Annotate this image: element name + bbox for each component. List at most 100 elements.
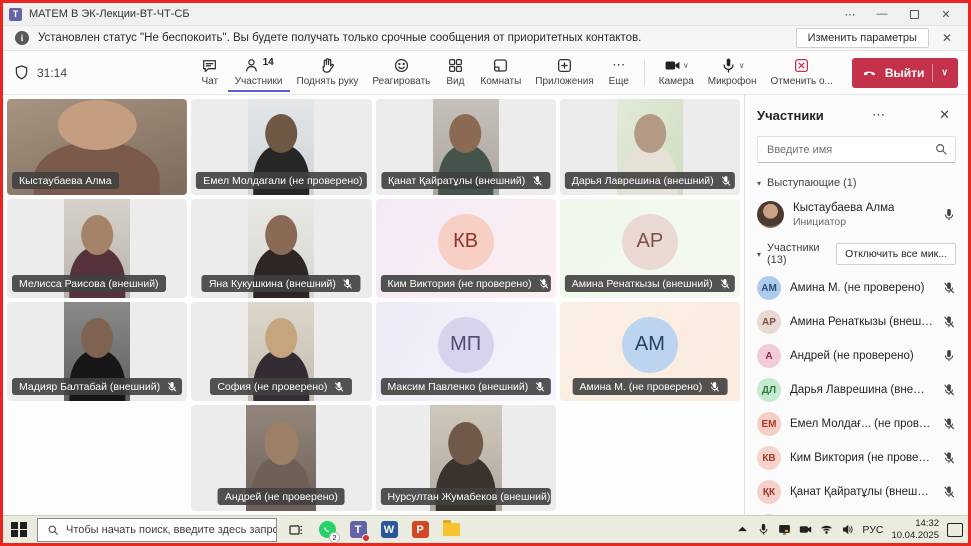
panel-more-icon[interactable]: ⋯ <box>866 107 891 123</box>
mic-off-icon[interactable] <box>942 383 956 397</box>
whatsapp-badge: 2 <box>329 532 340 543</box>
mic-on-icon[interactable] <box>942 349 956 363</box>
video-tile[interactable]: Андрей (не проверено) <box>191 405 371 511</box>
avatar: А <box>757 344 781 368</box>
camera-chevron-icon[interactable]: ∨ <box>683 61 689 70</box>
participants-section-header[interactable]: ▾ Участники (13) Отключить все мик... <box>757 242 956 266</box>
speaker-name: Кыстаубаева Алма <box>793 201 894 215</box>
taskbar-search[interactable]: Чтобы начать поиск, введите здесь запрос <box>37 518 277 542</box>
tab-participants[interactable]: 14 Участники <box>228 54 290 92</box>
tab-react[interactable]: Реагировать <box>365 54 437 92</box>
speaker-role: Инициатор <box>793 216 894 228</box>
avatar-tile[interactable]: АР Амина Ренаткызы (внешний) <box>560 199 740 298</box>
toolbar-divider <box>644 60 645 86</box>
search-input[interactable] <box>757 136 956 163</box>
video-tile[interactable]: Емел Молдагали (не проверено) <box>191 99 371 195</box>
video-tile[interactable]: Кыстаубаева Алма <box>7 99 187 195</box>
avatar-tile[interactable]: АМ Амина М. (не проверено) <box>560 302 740 401</box>
volume-icon[interactable] <box>841 523 854 536</box>
avatar: МП <box>438 317 494 373</box>
tray-chevron-up-icon[interactable] <box>736 523 749 536</box>
tab-view[interactable]: Вид <box>437 54 473 92</box>
participant-list-item[interactable]: КВ Ким Виктория (не проверено) <box>757 441 956 475</box>
participant-list-item[interactable]: ЕМ Емел Молдағ... (не проверено) <box>757 407 956 441</box>
microphone-icon <box>720 57 737 74</box>
video-tile[interactable]: Дарья Лаврешина (внешний) <box>560 99 740 195</box>
stop-sharing-button[interactable]: Отменить о... <box>763 54 839 92</box>
search-icon <box>934 142 948 156</box>
start-button[interactable] <box>8 519 30 541</box>
tab-rooms[interactable]: Комнаты <box>473 54 528 92</box>
mic-off-icon[interactable] <box>942 315 956 329</box>
language-indicator[interactable]: РУС <box>862 524 883 536</box>
notification-center-icon[interactable] <box>947 523 963 537</box>
tray-camera-icon[interactable] <box>799 523 812 536</box>
video-tile[interactable]: Яна Кукушкина (внешний) <box>191 199 371 298</box>
mic-off-icon <box>534 381 546 393</box>
participant-name-label: Емел Молдагали (не проверено) <box>196 172 366 189</box>
avatar: ЕМ <box>757 412 781 436</box>
microphone-button[interactable]: ∨ Микрофон <box>701 54 764 92</box>
meeting-timer: 31:14 <box>13 64 67 81</box>
video-tile[interactable]: Мадияр Балтабай (внешний) <box>7 302 187 401</box>
dnd-status-dot <box>362 534 370 542</box>
tray-display-icon[interactable] <box>778 523 791 536</box>
dismiss-notification-icon[interactable]: ✕ <box>938 31 956 45</box>
window-title: MATEM В ЭК-Лекции-ВТ-ЧТ-СБ <box>29 8 190 20</box>
participant-name-label: Қанат Қайратұлы (внешний) <box>381 172 550 189</box>
teams-taskbar-icon[interactable]: T <box>346 518 370 542</box>
mic-on-icon[interactable] <box>942 208 956 222</box>
panel-close-icon[interactable]: ✕ <box>933 107 956 123</box>
participant-list-item[interactable]: АР Амина Ренаткызы (внешний) <box>757 305 956 339</box>
wifi-icon[interactable] <box>820 523 833 536</box>
powerpoint-icon[interactable]: P <box>408 518 432 542</box>
mic-off-icon[interactable] <box>942 281 956 295</box>
leave-button[interactable]: Выйти ∨ <box>852 58 958 88</box>
participant-name-label: Мелисса Раисова (внешний) <box>12 275 166 292</box>
video-tile[interactable]: Нурсултан Жумабеков (внешний) <box>376 405 556 511</box>
participant-list-item[interactable]: ҚК Қанат Қайратұлы (внешний) <box>757 475 956 509</box>
tab-chat[interactable]: Чат <box>192 54 228 92</box>
speaker-list-item[interactable]: Кыстаубаева Алма Инициатор <box>757 194 956 237</box>
camera-button[interactable]: ∨ Камера <box>652 54 701 92</box>
participant-list-item[interactable]: ДЛ Дарья Лаврешина (внешний) <box>757 373 956 407</box>
participant-name-label: Максим Павленко (внешний) <box>381 378 551 395</box>
window-menu-button[interactable]: ⋯ <box>834 4 866 24</box>
mic-off-icon <box>531 175 543 187</box>
tab-apps[interactable]: Приложения <box>528 54 601 92</box>
avatar: КВ <box>438 214 494 270</box>
speakers-section-header[interactable]: ▾ Выступающие (1) <box>757 177 956 189</box>
mic-off-icon[interactable] <box>942 451 956 465</box>
tab-more[interactable]: ⋯ Еще <box>601 54 637 92</box>
notification-text: Установлен статус "Не беспокоить". Вы бу… <box>38 32 641 44</box>
tray-mic-icon[interactable] <box>757 523 770 536</box>
smiley-icon <box>393 57 410 74</box>
participant-list-item[interactable]: АМ Амина М. (не проверено) <box>757 271 956 305</box>
mic-off-icon[interactable] <box>942 417 956 431</box>
change-settings-button[interactable]: Изменить параметры <box>796 28 929 48</box>
task-view-button[interactable] <box>284 518 308 542</box>
taskbar-clock[interactable]: 14:32 10.04.2025 <box>891 518 939 541</box>
close-button[interactable]: ✕ <box>930 4 962 24</box>
participant-list-item[interactable]: А Андрей (не проверено) <box>757 339 956 373</box>
whatsapp-icon[interactable]: 2 <box>315 518 339 542</box>
minimize-button[interactable]: — <box>866 4 898 24</box>
mic-off-icon <box>166 381 178 393</box>
tab-raise-hand[interactable]: Поднять руку <box>290 54 366 92</box>
video-tile[interactable]: София (не проверено) <box>191 302 371 401</box>
avatar-tile[interactable]: КВ Ким Виктория (не проверено) <box>376 199 556 298</box>
people-icon <box>244 57 261 74</box>
video-tile[interactable]: Мелисса Раисова (внешний) <box>7 199 187 298</box>
avatar-tile[interactable]: МП Максим Павленко (внешний) <box>376 302 556 401</box>
video-tile[interactable]: Қанат Қайратұлы (внешний) <box>376 99 556 195</box>
microphone-chevron-icon[interactable]: ∨ <box>739 61 745 70</box>
maximize-button[interactable] <box>898 4 930 24</box>
mic-off-icon <box>719 278 731 290</box>
word-icon[interactable]: W <box>377 518 401 542</box>
leave-chevron-icon[interactable]: ∨ <box>941 67 948 78</box>
participant-name-label: Ким Виктория (не проверено) <box>381 275 551 292</box>
mute-all-button[interactable]: Отключить все мик... <box>836 243 956 265</box>
mic-off-icon[interactable] <box>942 485 956 499</box>
file-explorer-icon[interactable] <box>439 518 463 542</box>
participant-name-label: Мадияр Балтабай (внешний) <box>12 378 182 395</box>
